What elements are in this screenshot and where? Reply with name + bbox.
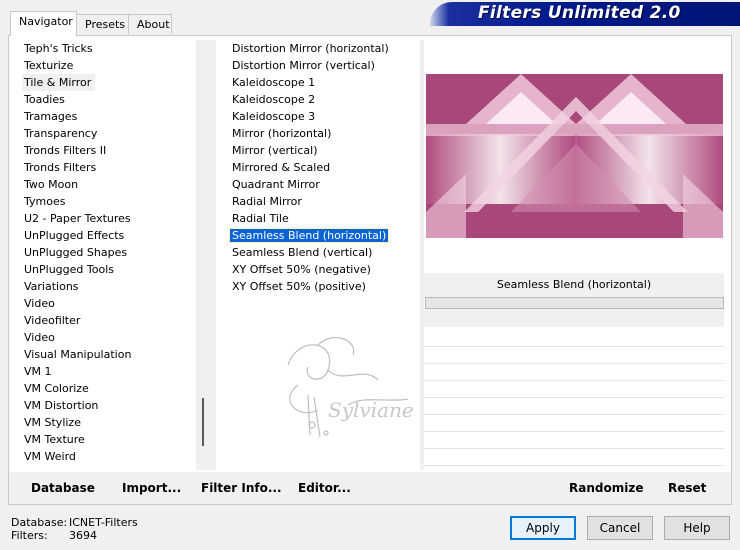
database-value: ICNET-Filters: [69, 516, 138, 529]
editor-button[interactable]: Editor...: [298, 481, 351, 495]
filter-item[interactable]: Radial Mirror: [228, 193, 416, 210]
filter-item[interactable]: XY Offset 50% (positive): [228, 278, 416, 295]
filter-item-label: Mirror (vertical): [232, 144, 318, 157]
filter-item-label: Kaleidoscope 3: [232, 110, 316, 123]
filter-item-label: Seamless Blend (vertical): [232, 246, 373, 259]
filter-item[interactable]: Mirrored & Scaled: [228, 159, 416, 176]
database-button[interactable]: Database: [31, 481, 95, 495]
import-button[interactable]: Import...: [122, 481, 181, 495]
category-scrollbar[interactable]: [196, 40, 216, 470]
filter-item-label: Quadrant Mirror: [232, 178, 320, 191]
category-item[interactable]: Variations: [22, 278, 194, 295]
selected-filter-name: Seamless Blend (horizontal): [424, 273, 724, 297]
title-banner: Filters Unlimited 2.0: [430, 2, 740, 26]
filter-info-button[interactable]: Filter Info...: [201, 481, 282, 495]
filter-item-label: Kaleidoscope 2: [232, 93, 316, 106]
watermark-text: Sylviane: [328, 398, 414, 422]
filter-item-label: Radial Mirror: [232, 195, 302, 208]
cancel-button[interactable]: Cancel: [587, 516, 653, 540]
database-label: Database:: [11, 516, 68, 529]
category-item[interactable]: VM Stylize: [22, 414, 194, 431]
randomize-button[interactable]: Randomize: [569, 481, 643, 495]
reset-button[interactable]: Reset: [668, 481, 706, 495]
category-item[interactable]: VM Weird: [22, 448, 194, 465]
tab-presets[interactable]: Presets: [76, 14, 129, 34]
filter-item[interactable]: Kaleidoscope 2: [228, 91, 416, 108]
filter-item-label: XY Offset 50% (negative): [232, 263, 371, 276]
filter-item-label: Seamless Blend (horizontal): [228, 228, 390, 243]
category-item[interactable]: VM 1: [22, 363, 194, 380]
tab-navigator[interactable]: Navigator: [10, 11, 77, 36]
category-item[interactable]: Tronds Filters: [22, 159, 194, 176]
filter-item-label: Kaleidoscope 1: [232, 76, 316, 89]
filter-item[interactable]: Seamless Blend (vertical): [228, 244, 416, 261]
filter-item-label: XY Offset 50% (positive): [232, 280, 366, 293]
category-item[interactable]: U2 - Paper Textures: [22, 210, 194, 227]
category-item[interactable]: UnPlugged Tools: [22, 261, 194, 278]
filter-preview-image: [426, 74, 723, 238]
category-item[interactable]: Teph's Tricks: [22, 40, 194, 57]
filter-item[interactable]: Kaleidoscope 1: [228, 74, 416, 91]
filter-item[interactable]: XY Offset 50% (negative): [228, 261, 416, 278]
category-item[interactable]: VM Colorize: [22, 380, 194, 397]
category-item[interactable]: UnPlugged Effects: [22, 227, 194, 244]
category-item[interactable]: Videofilter: [22, 312, 194, 329]
help-button[interactable]: Help: [664, 516, 730, 540]
category-item[interactable]: Tymoes: [22, 193, 194, 210]
filters-count: 3694: [69, 529, 97, 542]
category-item[interactable]: Toadies: [22, 91, 194, 108]
category-item[interactable]: Two Moon: [22, 176, 194, 193]
filters-label: Filters:: [11, 529, 48, 542]
category-item[interactable]: Texturize: [22, 57, 194, 74]
category-item[interactable]: Tronds Filters II: [22, 142, 194, 159]
filter-item[interactable]: Radial Tile: [228, 210, 416, 227]
filter-item[interactable]: Distortion Mirror (vertical): [228, 57, 416, 74]
filter-item[interactable]: Mirror (horizontal): [228, 125, 416, 142]
filter-item[interactable]: Mirror (vertical): [228, 142, 416, 159]
filter-item[interactable]: Kaleidoscope 3: [228, 108, 416, 125]
banner-title: Filters Unlimited 2.0: [478, 3, 681, 23]
filter-item[interactable]: Distortion Mirror (horizontal): [228, 40, 416, 57]
category-item[interactable]: VM Distortion: [22, 397, 194, 414]
category-scroll-thumb[interactable]: [202, 398, 204, 446]
category-item[interactable]: Transparency: [22, 125, 194, 142]
watermark-image: Sylviane: [287, 337, 414, 438]
parameter-list: [424, 330, 724, 470]
filter-item-label: Mirror (horizontal): [232, 127, 332, 140]
apply-button[interactable]: Apply: [510, 516, 576, 540]
filter-item-label: Mirrored & Scaled: [232, 161, 331, 174]
filter-item-label: Radial Tile: [232, 212, 289, 225]
category-item[interactable]: Video: [22, 329, 194, 346]
parameter-slider[interactable]: [425, 297, 724, 309]
category-item[interactable]: VM Texture: [22, 431, 194, 448]
tab-about[interactable]: About: [128, 14, 172, 34]
category-item[interactable]: UnPlugged Shapes: [22, 244, 194, 261]
filter-item[interactable]: Seamless Blend (horizontal): [228, 227, 416, 244]
category-item[interactable]: Tile & Mirror: [22, 74, 96, 91]
filter-list[interactable]: Distortion Mirror (horizontal) Distortion…: [228, 40, 416, 300]
category-item[interactable]: Visual Manipulation: [22, 346, 194, 363]
category-item[interactable]: Tramages: [22, 108, 194, 125]
parameter-area: [424, 309, 724, 327]
category-list[interactable]: Teph's Tricks Texturize Tile & Mirror Toadi…: [22, 40, 194, 470]
filter-item-label: Distortion Mirror (vertical): [232, 59, 375, 72]
filter-item[interactable]: Quadrant Mirror: [228, 176, 416, 193]
filter-item-label: Distortion Mirror (horizontal): [232, 42, 389, 55]
category-item[interactable]: Video: [22, 295, 194, 312]
